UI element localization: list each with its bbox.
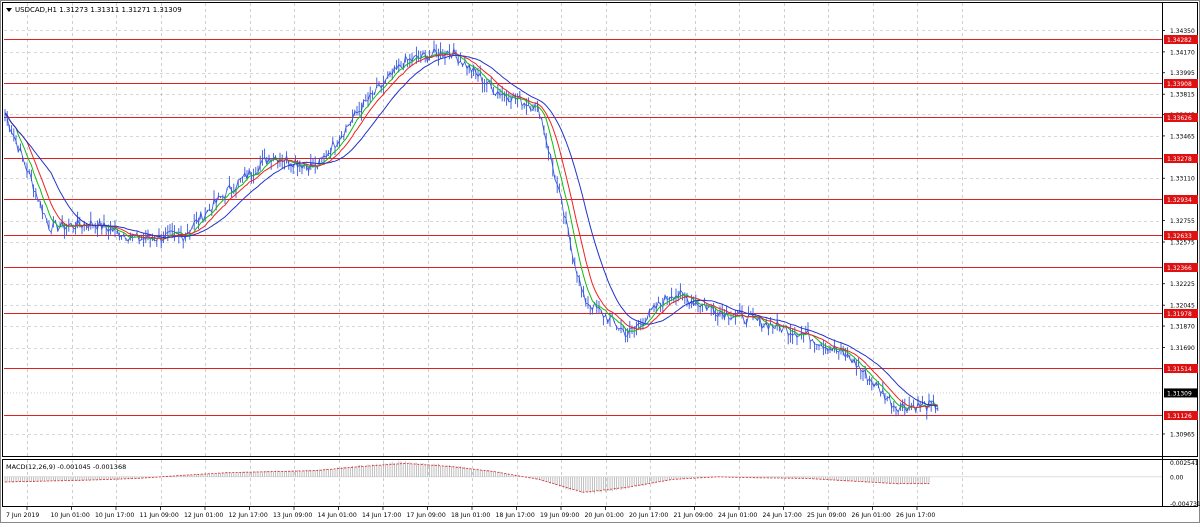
window-frame — [0, 0, 1200, 523]
time-label: 14 Jun 17:00 — [362, 512, 401, 519]
level-label: 1.31514 — [1167, 366, 1192, 373]
macd-tick-label: 0.002541 — [1170, 460, 1199, 467]
price-tick-label: 1.33465 — [1170, 133, 1195, 140]
price-tick-label: 1.34350 — [1170, 28, 1195, 35]
macd-title: MACD(12,26,9) -0.001045 -0.001368 — [6, 463, 126, 471]
level-label: 1.33908 — [1167, 81, 1192, 88]
time-label: 20 Jun 01:00 — [585, 512, 624, 519]
time-label: 14 Jun 01:00 — [318, 512, 357, 519]
level-label: 1.32934 — [1167, 197, 1192, 204]
price-tick-label: 1.32755 — [1170, 218, 1195, 225]
price-tick-label: 1.32575 — [1170, 240, 1195, 247]
time-label: 26 Jun 17:00 — [896, 512, 935, 519]
time-label: 10 Jun 17:00 — [95, 512, 134, 519]
macd-tick-label: -0.004731 — [1170, 501, 1200, 508]
level-label: 1.31126 — [1167, 413, 1192, 420]
level-label: 1.32633 — [1167, 233, 1192, 240]
time-label: 12 Jun 17:00 — [229, 512, 268, 519]
time-label: 24 Jun 01:00 — [718, 512, 757, 519]
level-label: 1.32366 — [1167, 265, 1192, 272]
level-label: 1.34282 — [1167, 37, 1192, 44]
price-tick-label: 1.33815 — [1170, 92, 1195, 99]
price-tick-label: 1.32045 — [1170, 303, 1195, 310]
price-tick-label: 1.33110 — [1170, 176, 1195, 183]
level-label: 1.31978 — [1167, 311, 1192, 318]
time-label: 12 Jun 01:00 — [184, 512, 223, 519]
time-label: 17 Jun 09:00 — [407, 512, 446, 519]
time-label: 18 Jun 01:00 — [451, 512, 490, 519]
chart-canvas[interactable]: 1.343501.341701.339951.338151.336451.334… — [0, 0, 1200, 523]
price-tick-label: 1.31690 — [1170, 345, 1195, 352]
current-price-label: 1.31309 — [1167, 390, 1192, 397]
level-label: 1.33278 — [1167, 156, 1192, 163]
price-tick-label: 1.34170 — [1170, 49, 1195, 56]
level-label: 1.33626 — [1167, 115, 1192, 122]
price-tick-label: 1.31870 — [1170, 324, 1195, 331]
time-label: 26 Jun 01:00 — [852, 512, 891, 519]
price-tick-label: 1.30965 — [1170, 431, 1195, 438]
time-label: 20 Jun 17:00 — [629, 512, 668, 519]
time-label: 25 Jun 09:00 — [807, 512, 846, 519]
time-label: 11 Jun 09:00 — [140, 512, 179, 519]
time-label: 10 Jun 01:00 — [51, 512, 90, 519]
price-tick-label: 1.32225 — [1170, 281, 1195, 288]
time-label: 24 Jun 17:00 — [763, 512, 802, 519]
price-tick-label: 1.33995 — [1170, 70, 1195, 77]
symbol-title: USDCAD,H1 1.31273 1.31311 1.31271 1.3130… — [15, 6, 182, 14]
time-label: 21 Jun 09:00 — [674, 512, 713, 519]
time-label: 13 Jun 09:00 — [273, 512, 312, 519]
time-label: 19 Jun 09:00 — [540, 512, 579, 519]
macd-tick-label: 0.00 — [1170, 474, 1184, 481]
time-label: 18 Jun 17:00 — [496, 512, 535, 519]
time-label: 7 Jun 2019 — [6, 512, 39, 519]
trading-chart[interactable]: 1.343501.341701.339951.338151.336451.334… — [0, 0, 1200, 523]
